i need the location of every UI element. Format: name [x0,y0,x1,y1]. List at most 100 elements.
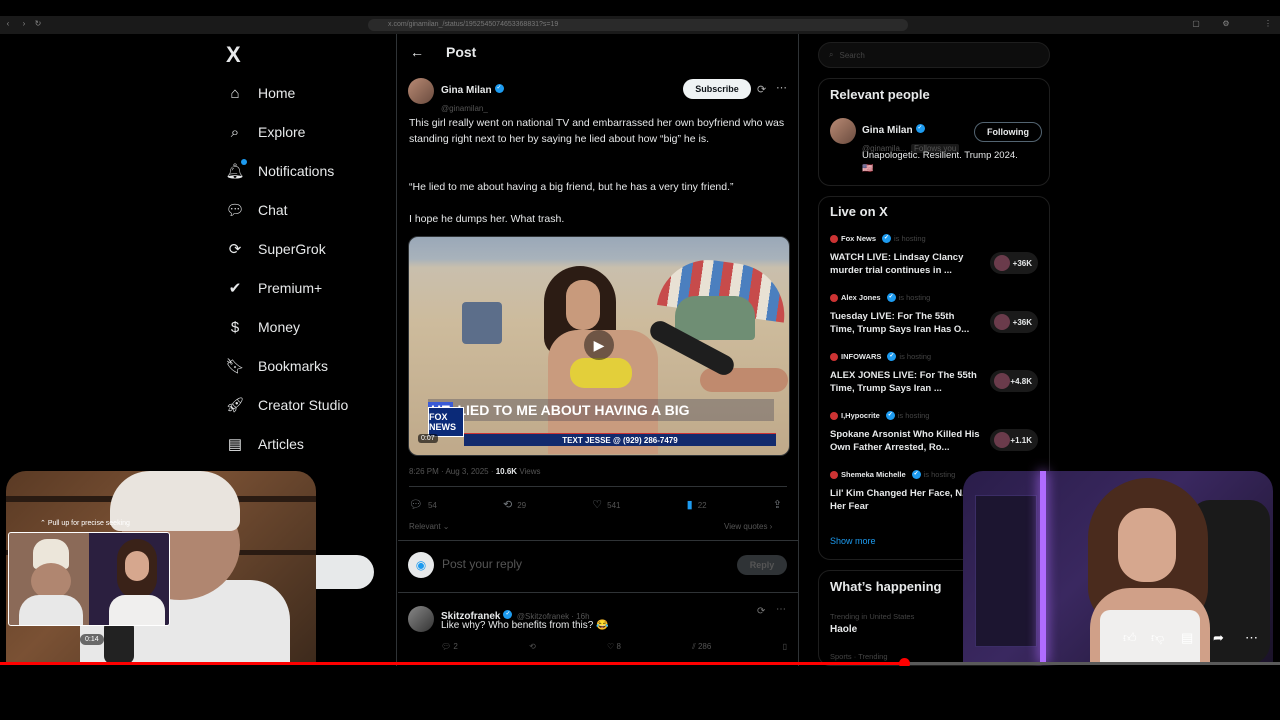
trend-name[interactable]: Haole [830,624,857,635]
trend-context: Sports · Trending [830,652,888,661]
reply-repost-button[interactable]: ⟲ [529,642,536,652]
grok-icon[interactable]: ⟳ [757,83,766,96]
comment-icon[interactable]: ▤ [1181,630,1193,646]
reply-views-button[interactable]: ⫽ 286 [692,642,711,652]
live-title[interactable]: Spokane Arsonist Who Killed His Own Fath… [830,428,980,454]
sort-dropdown[interactable]: Relevant ⌄ [409,522,450,531]
notification-dot [241,159,247,165]
my-avatar[interactable]: ◉ [408,552,434,578]
back-arrow-icon[interactable]: ‹ [4,20,12,28]
reload-icon[interactable]: ↻ [34,20,42,28]
thumb-person [19,595,83,625]
search-input[interactable]: ⌕ Search [818,42,1050,68]
views-count: 10.6K [495,467,518,476]
heart-icon: ♡ [592,499,603,511]
host-avatar-icon [830,470,838,479]
more-options-icon[interactable]: ⋯ [776,81,787,94]
views-icon: ⫽ [692,642,696,651]
live-listener-count[interactable]: +36K [990,311,1038,333]
host-avatar-icon [830,293,838,302]
like-button[interactable]: ♡ 541 [592,498,620,511]
repost-button[interactable]: ⟲ 29 [503,498,526,511]
live-host[interactable]: Shemeka Michelle ✓ is hosting [830,470,955,479]
sidebar-item-bookmarks[interactable]: 🔖︎ Bookmarks [225,351,328,381]
search-icon: ⌕ [829,50,834,59]
sidebar-item-notifications[interactable]: 🔔︎ Notifications [225,156,334,186]
avatar[interactable] [408,78,434,104]
sidebar-item-money[interactable]: $ Money [226,312,300,342]
webcam-person [1118,508,1176,582]
views-label: Views [519,467,541,476]
live-title[interactable]: WATCH LIVE: Lindsay Clancy murder trial … [830,251,980,277]
column-divider [396,34,397,666]
more-options-icon[interactable]: ⋯ [1245,630,1258,646]
sidebar-item-premium[interactable]: ✔ Premium+ [226,273,322,303]
extension-icon[interactable]: ▢ [1192,20,1200,28]
sidebar-item-chat[interactable]: 💬︎ Chat [225,195,287,225]
search-icon: ⌕ [230,123,240,141]
play-icon[interactable]: ▶ [584,330,614,360]
author-block[interactable]: Gina Milan ✓ @ginamilan_ [441,80,504,116]
live-host-name: Alex Jones [841,293,881,302]
live-title[interactable]: Tuesday LIVE: For The 55th Time, Trump S… [830,310,980,336]
person-avatar[interactable] [830,118,856,144]
bookmark-button[interactable]: ▮ 22 [687,498,707,511]
thumbs-up-icon[interactable]: 👍︎ [1123,630,1137,646]
live-listener-count[interactable]: +4.8K [990,370,1038,392]
live-title[interactable]: Lil' Kim Changed Her Face, N... Her Fear [830,487,980,513]
post-button-partial[interactable] [316,555,374,589]
reply-bookmark-button[interactable]: ▯ [783,642,787,652]
reply-submit-button[interactable]: Reply [737,555,787,575]
sidebar-item-articles[interactable]: ▤ Articles [226,429,304,459]
verified-badge-icon: ✓ [886,293,896,302]
seek-preview-thumbnail [8,532,170,626]
reply-button[interactable]: 💬︎ 54 [409,498,437,511]
show-more-link[interactable]: Show more [830,536,876,546]
share-button[interactable]: ⇪ [773,498,787,511]
reply-actions: 💬︎ 2 ⟲ ♡ 8 ⫽ 286 ▯ [441,642,787,652]
pull-up-hint-text: Pull up for precise seeking [47,520,130,527]
live-title[interactable]: ALEX JONES LIVE: For The 55th Time, Trum… [830,369,980,395]
subscribe-button[interactable]: Subscribe [683,79,751,99]
address-url[interactable]: x.com/ginamilan_/status/1952545074653368… [388,19,558,31]
sidebar-item-supergrok[interactable]: ⟳ SuperGrok [226,234,326,264]
share-icon[interactable]: ➦ [1213,630,1224,646]
live-host[interactable]: I,Hypocrite ✓ is hosting [830,411,929,420]
reply-input[interactable]: Post your reply [442,557,522,571]
reply-avatar[interactable] [408,606,434,632]
verified-badge-icon: ✓ [503,610,513,620]
grok-icon[interactable]: ⟳ [757,606,765,617]
divider [398,540,798,541]
sidebar-item-explore[interactable]: ⌕ Explore [226,117,306,147]
post-timestamp[interactable]: 8:26 PM · Aug 3, 2025 [409,467,489,476]
reply-reply-button[interactable]: 💬︎ 2 [441,642,458,652]
sidebar-item-label: SuperGrok [258,241,326,257]
reply-text: Like why? Who benefits from this? 😂 [441,620,609,631]
thumb-person [31,563,71,599]
webcam-shelf [975,495,1037,647]
view-quotes-link[interactable]: View quotes › [724,522,772,531]
sidebar-item-creator-studio[interactable]: 🚀︎ Creator Studio [225,390,348,420]
more-options-icon[interactable]: ⋯ [776,604,786,615]
menu-icon[interactable]: ⋮ [1264,20,1272,28]
thumbs-down-icon[interactable]: 👎︎ [1151,630,1164,646]
live-host[interactable]: Alex Jones ✓ is hosting [830,293,930,302]
live-host[interactable]: INFOWARS ✓ is hosting [830,352,931,361]
live-host[interactable]: Fox News ✓ is hosting [830,234,926,243]
sidebar-item-label: Articles [258,436,304,452]
live-listener-count[interactable]: +1.1K [990,429,1038,451]
back-arrow-icon[interactable]: ← [410,44,424,60]
author-handle[interactable]: @ginamilan_ [441,104,488,113]
letterbox-bottom [0,666,1280,720]
live-listener-count[interactable]: +36K [990,252,1038,274]
x-logo[interactable]: X [226,42,241,68]
post-text: This girl really went on national TV and… [409,117,785,145]
following-button[interactable]: Following [974,122,1042,142]
sidebar-item-home[interactable]: ⌂ Home [226,78,295,108]
reply-like-button[interactable]: ♡ 8 [607,642,621,652]
author-name[interactable]: Gina Milan [441,85,492,96]
settings-icon[interactable]: ⚙ [1222,20,1230,28]
forward-arrow-icon[interactable]: › [20,20,28,28]
reply-like-count: 8 [616,642,621,651]
person-name[interactable]: Gina Milan [862,125,913,136]
